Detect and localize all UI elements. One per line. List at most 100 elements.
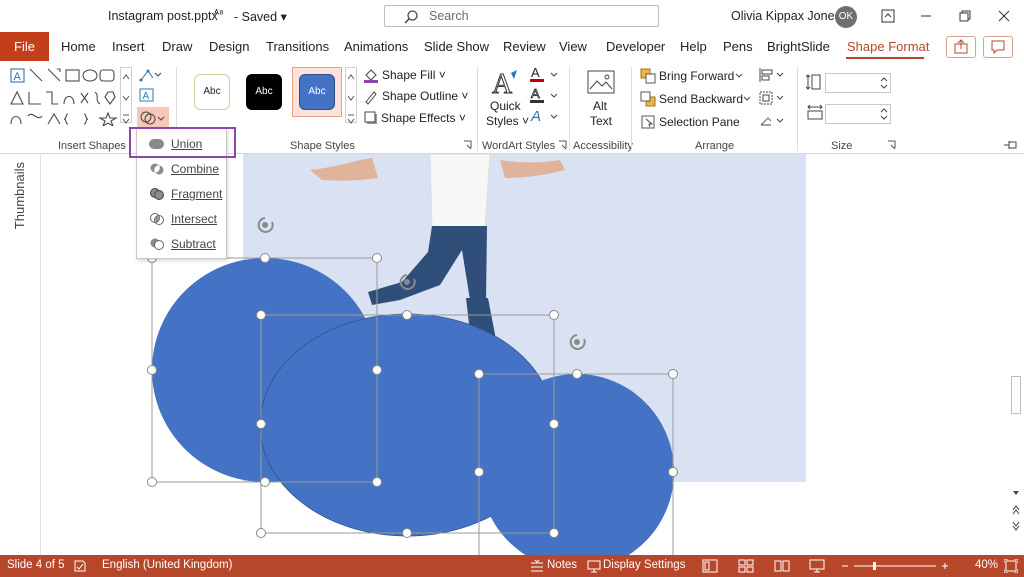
- text-fill-icon[interactable]: A: [529, 65, 559, 83]
- align-icon[interactable]: [758, 67, 786, 83]
- shape-fill-label: Shape Fill: [382, 68, 436, 82]
- vertical-scrollbar[interactable]: [1008, 154, 1024, 555]
- search-box[interactable]: Search: [384, 5, 659, 27]
- pen-icon: [365, 91, 377, 105]
- merge-shapes-icon: [140, 111, 165, 125]
- style-swatch-selected-frame[interactable]: Abc: [292, 67, 342, 117]
- merge-shapes-button[interactable]: [137, 107, 169, 129]
- spelling-icon[interactable]: [73, 559, 87, 573]
- text-outline-icon[interactable]: A: [529, 86, 559, 104]
- previous-slide-icon[interactable]: [1011, 504, 1021, 516]
- fit-to-window-icon[interactable]: [1004, 559, 1018, 573]
- tab-slide-show[interactable]: Slide Show: [424, 39, 489, 54]
- menu-item-fragment[interactable]: Fragment: [137, 182, 226, 206]
- tab-transitions[interactable]: Transitions: [266, 39, 329, 54]
- group-divider: [631, 67, 632, 151]
- dialog-launcher-icon[interactable]: [558, 140, 568, 150]
- tab-home[interactable]: Home: [61, 39, 96, 54]
- ribbon-display-icon[interactable]: [880, 8, 896, 24]
- style-swatch-blue[interactable]: Abc: [299, 74, 335, 110]
- spin-arrows-icon[interactable]: [880, 106, 888, 122]
- more-icon: [347, 114, 355, 124]
- group-label-arrange: Arrange: [695, 140, 735, 152]
- minimize-icon[interactable]: [918, 8, 934, 24]
- tab-file[interactable]: File: [0, 32, 49, 61]
- tab-view[interactable]: View: [559, 39, 587, 54]
- shape-effects-button[interactable]: Shape Effects ˅: [381, 111, 466, 125]
- alt-text-line1[interactable]: Alt: [593, 99, 607, 113]
- group-objects-icon[interactable]: [758, 90, 786, 106]
- reading-view-icon[interactable]: [774, 559, 790, 573]
- shapes-gallery-scroll[interactable]: [120, 67, 132, 124]
- language-indicator[interactable]: English (United Kingdom): [102, 559, 232, 571]
- style-swatch-white[interactable]: Abc: [194, 74, 230, 110]
- shape-fill-button[interactable]: Shape Fill ˅: [382, 68, 446, 82]
- tab-pens[interactable]: Pens: [723, 39, 753, 54]
- quick-styles-line2: Styles: [486, 114, 519, 128]
- rotate-icon[interactable]: [758, 113, 786, 129]
- dialog-launcher-icon[interactable]: [887, 140, 897, 150]
- normal-view-icon[interactable]: [702, 559, 718, 573]
- spin-arrows-icon[interactable]: [880, 75, 888, 91]
- slide-counter[interactable]: Slide 4 of 5: [7, 559, 65, 571]
- restore-icon[interactable]: [957, 8, 973, 24]
- pin-ribbon-icon[interactable]: [1003, 139, 1019, 151]
- scroll-thumb[interactable]: [1011, 376, 1021, 414]
- shape-outline-button[interactable]: Shape Outline ˅: [382, 89, 468, 103]
- text-effects-icon[interactable]: A: [529, 107, 559, 125]
- tab-draw[interactable]: Draw: [162, 39, 192, 54]
- send-backward-button[interactable]: Send Backward: [659, 92, 743, 106]
- text-box-icon[interactable]: A: [138, 87, 156, 103]
- edit-shape-icon[interactable]: [138, 67, 162, 83]
- svg-text:A: A: [531, 86, 540, 101]
- tab-developer[interactable]: Developer: [606, 39, 665, 54]
- share-button[interactable]: [946, 36, 976, 58]
- avatar[interactable]: OK: [835, 6, 857, 28]
- selection-pane-button[interactable]: Selection Pane: [659, 115, 740, 129]
- styles-gallery-scroll[interactable]: [345, 67, 357, 124]
- tab-insert[interactable]: Insert: [112, 39, 145, 54]
- menu-item-combine[interactable]: Combine: [137, 157, 226, 181]
- alt-text-line2[interactable]: Text: [590, 114, 612, 128]
- tab-brightslide[interactable]: BrightSlide: [767, 39, 830, 54]
- tab-design[interactable]: Design: [209, 39, 249, 54]
- scroll-down-icon[interactable]: [1011, 488, 1021, 498]
- user-name: Olivia Kippax Jones: [731, 9, 841, 23]
- menu-label-subtract: Subtract: [171, 237, 216, 251]
- tab-animations[interactable]: Animations: [344, 39, 408, 54]
- chevron-down-icon[interactable]: [734, 71, 744, 81]
- close-icon[interactable]: [996, 8, 1012, 24]
- ribbon-tabs: File Home Insert Draw Design Transitions…: [0, 32, 1024, 61]
- display-settings-button[interactable]: Display Settings: [603, 559, 685, 571]
- style-swatch-black[interactable]: Abc: [246, 74, 282, 110]
- shapes-gallery[interactable]: A: [8, 66, 134, 126]
- notes-button[interactable]: Notes: [547, 559, 577, 571]
- menu-item-subtract[interactable]: Subtract: [137, 232, 226, 256]
- chevron-down-icon[interactable]: [742, 94, 752, 104]
- shape-width-input[interactable]: [825, 104, 891, 124]
- zoom-level[interactable]: 40%: [975, 559, 998, 571]
- shape-height-input[interactable]: [825, 73, 891, 93]
- quick-styles-line1[interactable]: Quick: [490, 99, 521, 113]
- slide-sorter-icon[interactable]: [738, 559, 754, 573]
- comments-button[interactable]: [983, 36, 1013, 58]
- tab-shape-format[interactable]: Shape Format: [847, 39, 929, 54]
- dialog-launcher-icon[interactable]: [463, 140, 473, 150]
- tab-help[interactable]: Help: [680, 39, 707, 54]
- menu-item-intersect[interactable]: Intersect: [137, 207, 226, 231]
- send-backward-icon: [640, 91, 656, 107]
- svg-text:A: A: [531, 65, 540, 80]
- shape-effects-icon: [364, 111, 377, 124]
- svg-text:A: A: [530, 108, 541, 125]
- shape-height-icon: [806, 74, 821, 90]
- alt-text-icon: [587, 70, 615, 94]
- quick-styles-button[interactable]: Styles ˅: [486, 114, 529, 128]
- group-divider: [569, 67, 570, 151]
- next-slide-icon[interactable]: [1011, 520, 1021, 532]
- more-icon: [122, 114, 130, 124]
- tab-review[interactable]: Review: [503, 39, 546, 54]
- bring-forward-button[interactable]: Bring Forward: [659, 69, 734, 83]
- zoom-slider[interactable]: [842, 561, 948, 571]
- collab-icon[interactable]: ᴬ⁸: [214, 8, 224, 20]
- slide-show-icon[interactable]: [809, 559, 825, 573]
